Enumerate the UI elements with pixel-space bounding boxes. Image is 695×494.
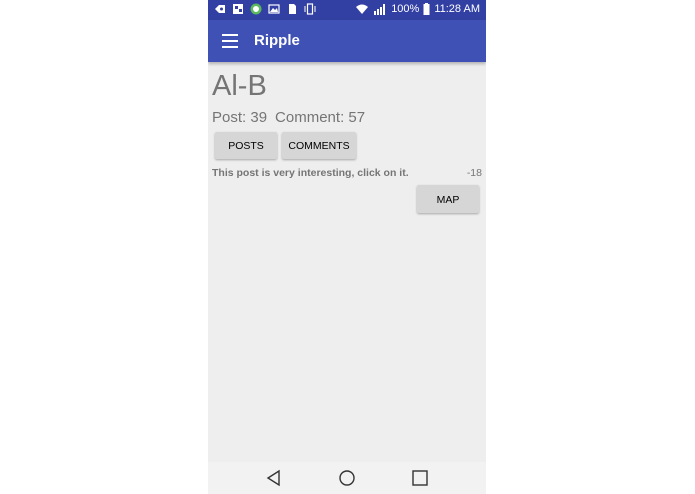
recent-apps-icon[interactable] [411, 469, 429, 487]
comments-button[interactable]: COMMENTS [282, 132, 356, 159]
hamburger-menu-icon[interactable] [222, 34, 238, 48]
user-stats: Post: 39 Comment: 57 [212, 109, 365, 126]
signal-icon [374, 4, 386, 15]
notification-icon [215, 5, 225, 13]
post-title[interactable]: This post is very interesting, click on … [212, 167, 409, 179]
status-notification-icons [214, 3, 316, 15]
post-count: Post: 39 [212, 109, 268, 126]
status-bar: 100% 11:28 AM [208, 0, 486, 20]
user-name: Al-B [212, 70, 267, 102]
app-bar: Ripple [208, 20, 486, 62]
vibrate-icon [304, 3, 316, 15]
back-icon[interactable] [265, 469, 283, 487]
image-icon [268, 4, 280, 14]
post-score: -18 [466, 167, 482, 179]
map-button[interactable]: MAP [417, 185, 479, 213]
gallery-icon [233, 4, 243, 14]
battery-percent: 100% [391, 3, 420, 15]
navigation-bar [208, 462, 486, 494]
app-icon [250, 3, 262, 15]
wifi-icon [356, 4, 369, 14]
comment-count: Comment: 57 [275, 109, 366, 126]
status-time: 11:28 AM [434, 3, 480, 15]
posts-button[interactable]: POSTS [215, 132, 277, 159]
sim-icon [289, 4, 296, 14]
app-title: Ripple [254, 32, 300, 49]
status-system-icons: 100% 11:28 AM [355, 3, 480, 15]
home-icon[interactable] [338, 469, 356, 487]
battery-icon [423, 3, 430, 15]
phone-screen: 100% 11:28 AM Ripple Al-B Post: 39 Commen… [208, 0, 486, 494]
